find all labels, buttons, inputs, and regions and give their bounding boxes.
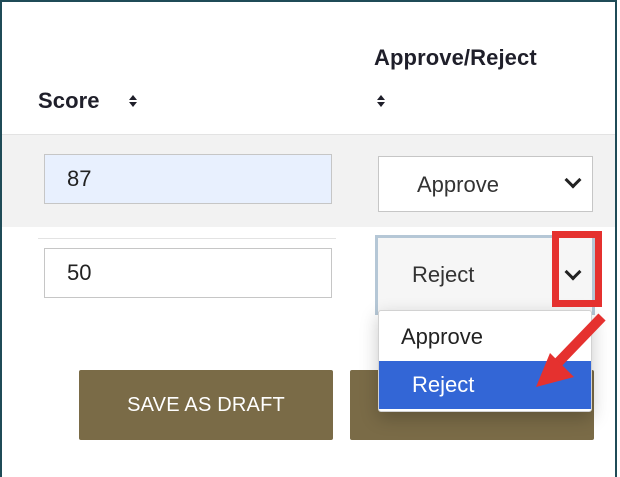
approve-reject-column-header[interactable]: Approve/Reject: [374, 45, 537, 71]
page-frame: Score Approve/Reject Approve Reject SAVE…: [0, 0, 617, 477]
annotation-highlight-box: [552, 231, 602, 307]
save-as-draft-button[interactable]: SAVE AS DRAFT: [79, 370, 333, 440]
decision-select[interactable]: Approve: [378, 156, 593, 212]
score-input[interactable]: [44, 248, 332, 298]
row-divider: [38, 238, 336, 239]
score-input[interactable]: [44, 154, 332, 204]
red-arrow-icon: [536, 313, 606, 387]
score-column-header[interactable]: Score: [38, 88, 100, 114]
decision-select-value: Approve: [417, 172, 499, 197]
decision-select-value: Reject: [412, 262, 475, 287]
table-header: Score Approve/Reject: [2, 2, 615, 132]
chevron-down-icon: [564, 171, 582, 189]
sort-icon[interactable]: [377, 95, 385, 107]
sort-icon[interactable]: [129, 95, 137, 107]
